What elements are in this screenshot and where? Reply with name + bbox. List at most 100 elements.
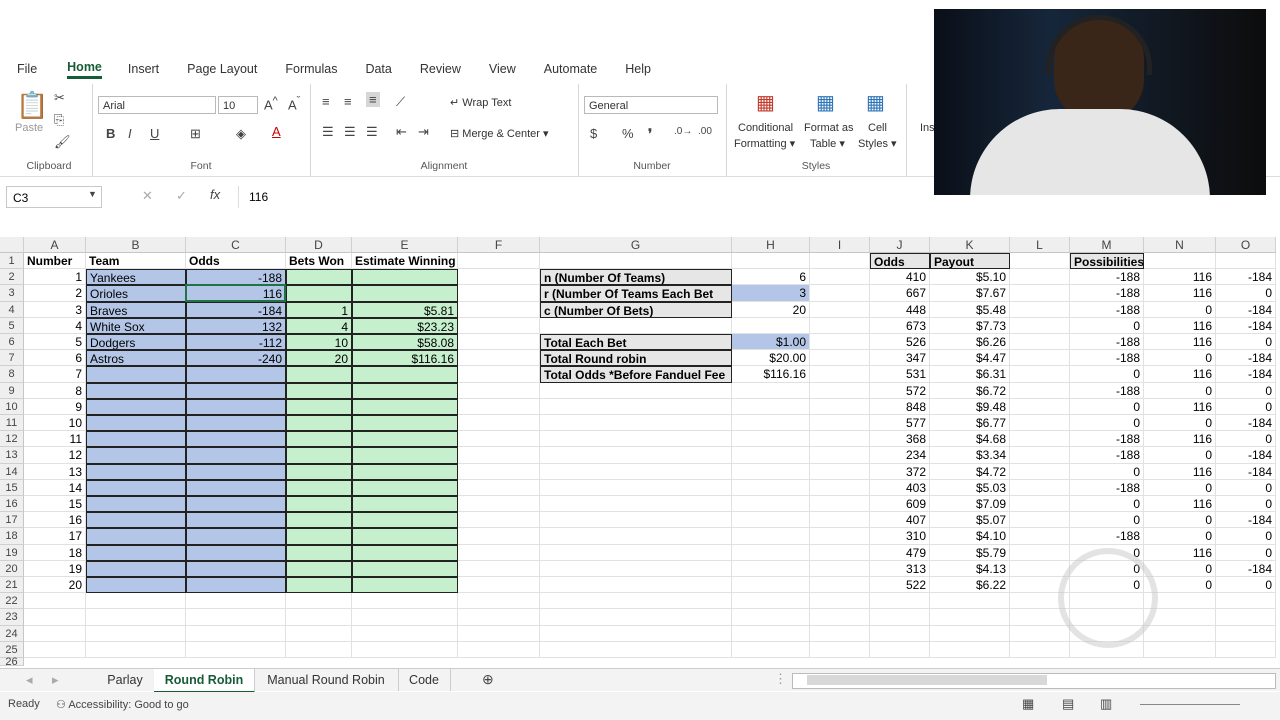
select-all-corner[interactable]	[0, 237, 24, 253]
grid-cell[interactable]	[732, 625, 810, 642]
grid-cell[interactable]	[540, 253, 732, 270]
param-label[interactable]: c (Number Of Bets)	[540, 301, 732, 318]
accessibility-status[interactable]: ⚇ Accessibility: Good to go	[56, 698, 189, 711]
grid-cell[interactable]	[732, 496, 810, 513]
decrease-indent-icon[interactable]: ⇤	[396, 124, 407, 140]
grid-cell[interactable]	[732, 544, 810, 561]
zoom-slider[interactable]	[1140, 704, 1240, 705]
table-header[interactable]: Team	[86, 253, 186, 270]
row-header[interactable]: 1	[0, 253, 24, 270]
grid-cell[interactable]	[540, 447, 732, 464]
grid-cell[interactable]	[732, 398, 810, 415]
row-header[interactable]: 12	[0, 431, 24, 448]
table-cell-estimate[interactable]	[352, 382, 458, 399]
grid-cell[interactable]	[86, 641, 186, 658]
payout-cell[interactable]: $4.72	[930, 463, 1010, 480]
conditional-formatting-button[interactable]: Conditional	[738, 122, 793, 134]
total-label[interactable]: Total Odds *Before Fanduel Fee	[540, 366, 732, 383]
payout-cell[interactable]: $6.31	[930, 366, 1010, 383]
grid-cell[interactable]	[286, 625, 352, 642]
paste-button[interactable]: Paste	[15, 122, 43, 134]
possibility-cell[interactable]: -184	[1216, 269, 1276, 286]
table-cell-number[interactable]: 7	[24, 366, 86, 383]
grid-cell[interactable]	[1010, 382, 1070, 399]
currency-icon[interactable]: $	[590, 126, 597, 141]
wrap-text-button[interactable]: ↵ Wrap Text	[450, 96, 511, 109]
align-center-icon[interactable]: ☰	[344, 124, 356, 140]
possibility-cell[interactable]: 116	[1144, 366, 1216, 383]
possibilities-header[interactable]: Possibilities	[1070, 253, 1144, 270]
table-cell-odds[interactable]: 132	[186, 317, 286, 334]
possibility-cell[interactable]: 0	[1070, 463, 1144, 480]
column-header[interactable]: E	[352, 237, 458, 253]
possibility-cell[interactable]: 0	[1070, 415, 1144, 432]
total-label[interactable]: Total Round robin	[540, 350, 732, 367]
grid-cell[interactable]	[458, 463, 540, 480]
grid-cell[interactable]	[810, 334, 870, 351]
format-as-table-icon[interactable]: ▦	[816, 90, 835, 115]
grid-cell[interactable]	[86, 593, 186, 610]
grid-cell[interactable]	[1010, 560, 1070, 577]
grid-cell[interactable]	[870, 641, 930, 658]
payout-cell[interactable]: $6.22	[930, 577, 1010, 594]
grid-cell[interactable]	[540, 479, 732, 496]
grid-cell[interactable]	[810, 593, 870, 610]
more-icon[interactable]: ⋮	[774, 671, 787, 687]
odds-cell[interactable]: 667	[870, 285, 930, 302]
grid-cell[interactable]	[458, 269, 540, 286]
table-cell-team[interactable]	[86, 431, 186, 448]
copy-icon[interactable]: ⎘	[54, 112, 64, 128]
grid-cell[interactable]	[1216, 253, 1276, 270]
table-cell-estimate[interactable]	[352, 447, 458, 464]
column-header[interactable]: M	[1070, 237, 1144, 253]
odds-cell[interactable]: 347	[870, 350, 930, 367]
odds-cell[interactable]: 848	[870, 398, 930, 415]
grid-cell[interactable]	[810, 398, 870, 415]
grid-cell[interactable]	[1144, 253, 1216, 270]
table-cell-bets-won[interactable]	[286, 544, 352, 561]
table-cell-team[interactable]	[86, 398, 186, 415]
possibility-cell[interactable]: 0	[1216, 334, 1276, 351]
possibility-cell[interactable]: 116	[1144, 431, 1216, 448]
table-cell-bets-won[interactable]: 10	[286, 334, 352, 351]
payout-cell[interactable]: $7.09	[930, 496, 1010, 513]
table-cell-team[interactable]: Yankees	[86, 269, 186, 286]
possibility-cell[interactable]: 0	[1144, 415, 1216, 432]
grid-cell[interactable]	[810, 269, 870, 286]
table-cell-team[interactable]	[86, 577, 186, 594]
possibility-cell[interactable]: -184	[1216, 317, 1276, 334]
payout-cell[interactable]: $5.10	[930, 269, 1010, 286]
table-cell-estimate[interactable]	[352, 560, 458, 577]
possibility-cell[interactable]: -184	[1216, 301, 1276, 318]
possibility-cell[interactable]: 0	[1216, 382, 1276, 399]
column-header[interactable]: O	[1216, 237, 1276, 253]
font-name-select[interactable]: Arial	[98, 96, 216, 114]
grid-cell[interactable]	[810, 528, 870, 545]
table-cell-team[interactable]	[86, 382, 186, 399]
row-header[interactable]: 23	[0, 609, 24, 626]
table-cell-estimate[interactable]	[352, 479, 458, 496]
grid-cell[interactable]	[810, 301, 870, 318]
payout-cell[interactable]: $5.07	[930, 512, 1010, 529]
possibility-cell[interactable]: 0	[1216, 398, 1276, 415]
possibility-cell[interactable]: -188	[1070, 301, 1144, 318]
possibility-cell[interactable]: -188	[1070, 285, 1144, 302]
odds-cell[interactable]: 531	[870, 366, 930, 383]
row-header[interactable]: 19	[0, 544, 24, 561]
row-header[interactable]: 14	[0, 463, 24, 480]
payout-cell[interactable]: $4.10	[930, 528, 1010, 545]
grid-cell[interactable]	[458, 560, 540, 577]
odds-cell[interactable]: 448	[870, 301, 930, 318]
grid-cell[interactable]	[732, 479, 810, 496]
total-value[interactable]: $20.00	[732, 350, 810, 367]
increase-indent-icon[interactable]: ⇥	[418, 124, 429, 140]
grid-cell[interactable]	[1010, 285, 1070, 302]
fill-color-icon[interactable]: ◈	[236, 126, 246, 142]
possibility-cell[interactable]: -188	[1070, 431, 1144, 448]
table-cell-bets-won[interactable]	[286, 398, 352, 415]
grid-cell[interactable]	[24, 625, 86, 642]
add-sheet-icon[interactable]: ⊕	[482, 671, 494, 688]
grid-cell[interactable]	[732, 528, 810, 545]
table-cell-team[interactable]	[86, 415, 186, 432]
table-cell-bets-won[interactable]: 4	[286, 317, 352, 334]
